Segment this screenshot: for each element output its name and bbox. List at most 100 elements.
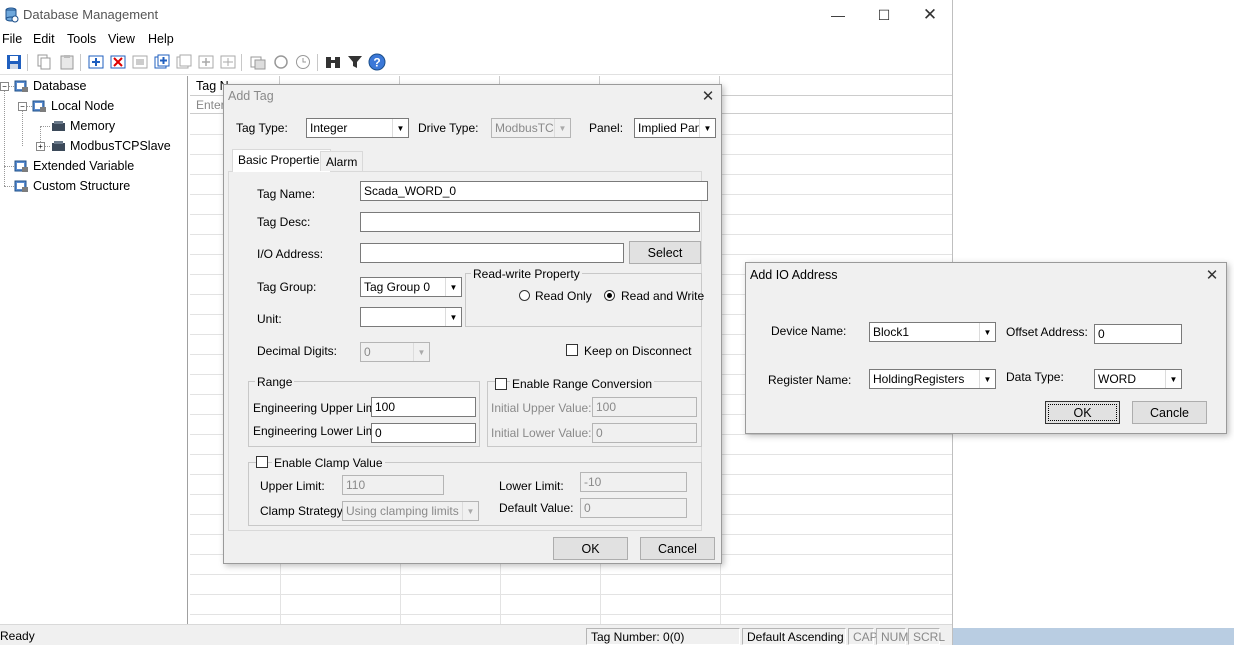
initial-lower-label: Initial Lower Value: (491, 426, 592, 440)
panel-label: Panel: (589, 121, 624, 135)
ok-button[interactable]: OK (553, 537, 628, 560)
select-button[interactable]: Select (629, 241, 701, 264)
io-address-label: I/O Address: (257, 247, 324, 261)
keep-on-disconnect-label: Keep on Disconnect (584, 344, 692, 358)
device-name-label: Device Name: (771, 324, 847, 338)
tag-desc-label: Tag Desc: (257, 215, 311, 229)
add-tag-dialog: Add Tag ✕ Tag Type: Integer ▼ Drive Type:… (223, 84, 722, 564)
node-icon (32, 100, 46, 112)
drive-type-label: Drive Type: (418, 121, 479, 135)
menu-bar: File Edit Tools View Help (0, 30, 952, 49)
default-value-field[interactable]: 0 (580, 498, 687, 518)
menu-file[interactable]: File (2, 32, 22, 46)
ok-button[interactable]: OK (1045, 401, 1120, 424)
export-icon[interactable] (197, 53, 215, 71)
keep-on-disconnect-checkbox[interactable] (566, 344, 578, 356)
tree-item-local-node[interactable]: Local Node (32, 97, 114, 115)
clock-icon[interactable] (294, 53, 312, 71)
panel-select[interactable]: Implied Pane ▼ (634, 118, 716, 138)
drive-type-select[interactable]: ModbusTCP ▼ (491, 118, 571, 138)
delete-tag-icon[interactable] (109, 53, 127, 71)
close-icon[interactable]: ✕ (699, 87, 717, 105)
data-type-select[interactable]: WORD ▼ (1094, 369, 1182, 389)
edit-tag-icon[interactable] (131, 53, 149, 71)
tab-alarm[interactable]: Alarm (320, 151, 364, 171)
database-node-icon (14, 80, 28, 92)
register-name-label: Register Name: (768, 373, 852, 387)
status-ready: Ready (0, 629, 35, 643)
tree-collapse-database[interactable]: − (0, 82, 9, 91)
tag-desc-field[interactable] (360, 212, 700, 232)
close-icon[interactable]: ✕ (907, 0, 952, 30)
enable-clamp-checkbox[interactable] (256, 456, 268, 468)
eng-lower-field[interactable]: 0 (371, 423, 476, 443)
close-icon[interactable]: ✕ (1203, 266, 1221, 284)
tag-type-label: Tag Type: (236, 121, 288, 135)
filter-icon[interactable] (346, 53, 364, 71)
menu-help[interactable]: Help (148, 32, 174, 46)
device-icon (52, 121, 65, 131)
dialog-title: Add Tag (228, 89, 274, 103)
tag-name-field[interactable]: Scada_WORD_0 (360, 181, 708, 201)
clamp-strategy-select[interactable]: Using clamping limits ▼ (342, 501, 479, 521)
device-name-select[interactable]: Block1 ▼ (869, 322, 996, 342)
status-bar: Ready Tag Number: 0(0) Default Ascending… (0, 624, 952, 645)
io-address-field[interactable] (360, 243, 624, 263)
tree-item-extended-variable[interactable]: Extended Variable (14, 157, 134, 175)
tag-type-select[interactable]: Integer ▼ (306, 118, 409, 138)
tree-expand-modbus[interactable]: + (36, 142, 45, 151)
read-write-radio[interactable] (604, 290, 615, 301)
import-icon[interactable] (175, 53, 193, 71)
add-tag-icon[interactable] (87, 53, 105, 71)
tag-group-select[interactable]: Tag Group 0 ▼ (360, 277, 462, 297)
range-caption: Range (255, 375, 295, 389)
tab-basic-properties[interactable]: Basic Properties (232, 149, 332, 172)
tree-item-custom-structure[interactable]: Custom Structure (14, 177, 130, 195)
tag-name-label: Tag Name: (257, 187, 316, 201)
title-bar[interactable]: Database Management — ☐ ✕ (0, 0, 952, 30)
eng-upper-field[interactable]: 100 (371, 397, 476, 417)
chevron-down-icon: ▼ (554, 119, 570, 137)
merge-icon[interactable] (219, 53, 237, 71)
offset-address-field[interactable]: 0 (1094, 324, 1182, 344)
initial-upper-field[interactable]: 100 (592, 397, 697, 417)
minimize-icon[interactable]: — (815, 0, 861, 30)
tree-item-modbus[interactable]: ModbusTCPSlave (51, 137, 171, 155)
find-icon[interactable] (324, 53, 342, 71)
tree-item-database[interactable]: Database (14, 77, 87, 95)
upper-limit-field[interactable]: 110 (342, 475, 444, 495)
tree-item-memory[interactable]: Memory (51, 117, 115, 135)
cancel-button[interactable]: Cancle (1132, 401, 1207, 424)
initial-lower-field[interactable]: 0 (592, 423, 697, 443)
menu-view[interactable]: View (108, 32, 135, 46)
save-icon[interactable] (5, 53, 23, 71)
tree-collapse-local-node[interactable]: − (18, 102, 27, 111)
window-icon[interactable] (249, 53, 267, 71)
register-name-select[interactable]: HoldingRegisters ▼ (869, 369, 996, 389)
chevron-down-icon: ▼ (392, 119, 408, 137)
initial-upper-label: Initial Upper Value: (491, 401, 592, 415)
menu-tools[interactable]: Tools (67, 32, 96, 46)
status-scrl: SCRL (908, 628, 945, 645)
toolbar: ? (0, 50, 952, 75)
lower-limit-field[interactable]: -10 (580, 472, 687, 492)
dialog-title: Add IO Address (750, 268, 838, 282)
grid-header-col6[interactable] (720, 76, 952, 96)
enable-range-conversion-checkbox[interactable] (495, 378, 507, 390)
chevron-down-icon: ▼ (413, 343, 429, 361)
cancel-button[interactable]: Cancel (640, 537, 715, 560)
status-num: NUM (876, 628, 908, 645)
batch-add-icon[interactable] (153, 53, 171, 71)
read-write-label: Read and Write (621, 289, 705, 303)
unit-select[interactable]: ▼ (360, 307, 462, 327)
read-only-radio[interactable] (519, 290, 530, 301)
paste-icon[interactable] (58, 53, 76, 71)
help-icon[interactable]: ? (368, 53, 386, 71)
svg-text:?: ? (373, 56, 380, 70)
maximize-icon[interactable]: ☐ (861, 0, 907, 30)
decimal-digits-select[interactable]: 0 ▼ (360, 342, 430, 362)
copy-icon[interactable] (35, 53, 53, 71)
menu-edit[interactable]: Edit (33, 32, 55, 46)
device-icon (52, 141, 65, 151)
refresh-icon[interactable] (272, 53, 290, 71)
